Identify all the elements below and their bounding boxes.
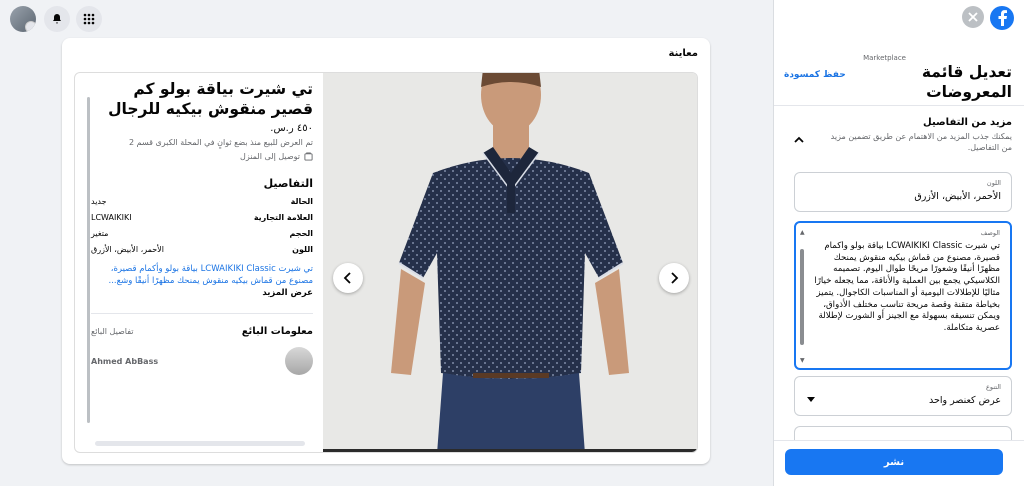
- product-image: [323, 73, 697, 452]
- details-scrollbar[interactable]: [75, 83, 90, 423]
- next-field[interactable]: [794, 426, 1012, 440]
- preview-container: تي شيرت بياقة بولو كم قصير منقوش بيكيه ل…: [74, 72, 698, 453]
- listing-meta: تم العرض للبيع منذ بضع ثوانٍ في المحلة ا…: [129, 138, 313, 147]
- detail-value: متغير: [91, 229, 109, 238]
- close-icon: [968, 12, 978, 22]
- detail-key: العلامة التجارية: [253, 213, 313, 222]
- variation-label: التنوع: [986, 383, 1001, 391]
- bottom-scrollbar[interactable]: [95, 441, 305, 446]
- divider: [91, 313, 313, 314]
- seller-heading: معلومات البائع: [241, 326, 313, 337]
- detail-row-size: الحجم متغير: [91, 229, 313, 238]
- save-draft-button[interactable]: حفظ كمسودة: [784, 70, 846, 80]
- scroll-up-icon[interactable]: ▲: [800, 229, 805, 236]
- variation-select[interactable]: التنوع عرض كعنصر واحد: [794, 376, 1012, 416]
- color-value[interactable]: الأحمر، الأبيض، الأزرق: [914, 191, 1001, 202]
- details-heading: التفاصيل: [263, 177, 313, 190]
- description-label: الوصف: [980, 229, 1000, 237]
- detail-row-brand: العلامة التجارية LCWAIKIKI: [91, 213, 313, 222]
- delivery-text: توصيل إلى المنزل: [240, 152, 300, 161]
- detail-key: الحالة: [290, 197, 313, 206]
- preview-card: معاينة تي شيرت بياقة بولو كم قصير منقوش …: [62, 38, 710, 464]
- panel-header-icons: [962, 6, 1014, 30]
- see-more-link[interactable]: عرض المزيد: [262, 288, 313, 298]
- breadcrumb[interactable]: Marketplace: [863, 54, 906, 62]
- description-textarea[interactable]: تي شيرت LCWAIKIKI Classic بياقة بولو وأك…: [814, 241, 1000, 365]
- seller-name[interactable]: Ahmed AbBass: [91, 357, 158, 366]
- chevron-up-icon: [794, 136, 804, 143]
- detail-row-condition: الحالة جديد: [91, 197, 313, 206]
- close-button[interactable]: [962, 6, 984, 28]
- detail-key: اللون: [292, 245, 313, 254]
- detail-row-color: اللون الأحمر، الأبيض، الأزرق: [91, 245, 313, 254]
- bell-icon[interactable]: [44, 6, 70, 32]
- detail-value: الأحمر، الأبيض، الأزرق: [91, 245, 164, 254]
- scrollbar-thumb[interactable]: [87, 97, 90, 423]
- next-image-button[interactable]: [659, 263, 689, 293]
- dropdown-caret-icon: [807, 397, 815, 402]
- user-avatar[interactable]: [10, 6, 36, 32]
- scroll-down-icon[interactable]: ▼: [800, 357, 805, 364]
- more-details-subtitle: يمكنك جذب المزيد من الاهتمام عن طريق تضم…: [830, 132, 1012, 152]
- seller-header: معلومات البائع تفاصيل البائع: [91, 326, 313, 337]
- collapse-section-button[interactable]: [794, 128, 804, 147]
- product-title: تي شيرت بياقة بولو كم قصير منقوش بيكيه ل…: [108, 80, 313, 118]
- detail-value: LCWAIKIKI: [91, 213, 132, 222]
- grid-menu-icon[interactable]: [76, 6, 102, 32]
- divider: [774, 105, 1024, 106]
- description-text: تي شيرت LCWAIKIKI Classic بياقة بولو وأك…: [108, 264, 314, 286]
- color-label: اللون: [986, 179, 1001, 187]
- delivery-icon: [304, 152, 313, 161]
- previous-image-button[interactable]: [333, 263, 363, 293]
- chevron-right-icon: [671, 272, 679, 284]
- listing-details: تي شيرت بياقة بولو كم قصير منقوش بيكيه ل…: [75, 73, 325, 452]
- color-field[interactable]: اللون الأحمر، الأبيض، الأزرق: [794, 172, 1012, 212]
- chevron-left-icon: [343, 272, 351, 284]
- more-details-heading: مزيد من التفاصيل: [923, 117, 1012, 128]
- detail-value: جديد: [91, 197, 107, 206]
- seller-details-link[interactable]: تفاصيل البائع: [91, 327, 134, 336]
- edit-listing-panel: Marketplace تعديل قائمة المعروضات حفظ كم…: [773, 0, 1024, 486]
- detail-key: الحجم: [289, 229, 313, 238]
- description-field[interactable]: الوصف تي شيرت LCWAIKIKI Classic بياقة بو…: [794, 221, 1012, 370]
- delivery-row: توصيل إلى المنزل: [91, 152, 313, 161]
- description-preview: تي شيرت LCWAIKIKI Classic بياقة بولو وأك…: [91, 263, 314, 299]
- variation-value[interactable]: عرض كعنصر واحد: [929, 395, 1001, 406]
- publish-footer: نشر: [774, 440, 1024, 486]
- seller-info: Ahmed AbBass: [91, 347, 313, 375]
- publish-button[interactable]: نشر: [785, 449, 1003, 475]
- seller-avatar[interactable]: [285, 347, 313, 375]
- preview-title: معاينة: [668, 48, 699, 59]
- product-photo: [323, 73, 697, 452]
- description-scrollbar-thumb[interactable]: [800, 249, 804, 345]
- page-title: تعديل قائمة المعروضات: [921, 63, 1012, 101]
- product-price: ٤٥٠ ر.س.: [270, 123, 313, 134]
- facebook-logo-icon[interactable]: [990, 6, 1014, 30]
